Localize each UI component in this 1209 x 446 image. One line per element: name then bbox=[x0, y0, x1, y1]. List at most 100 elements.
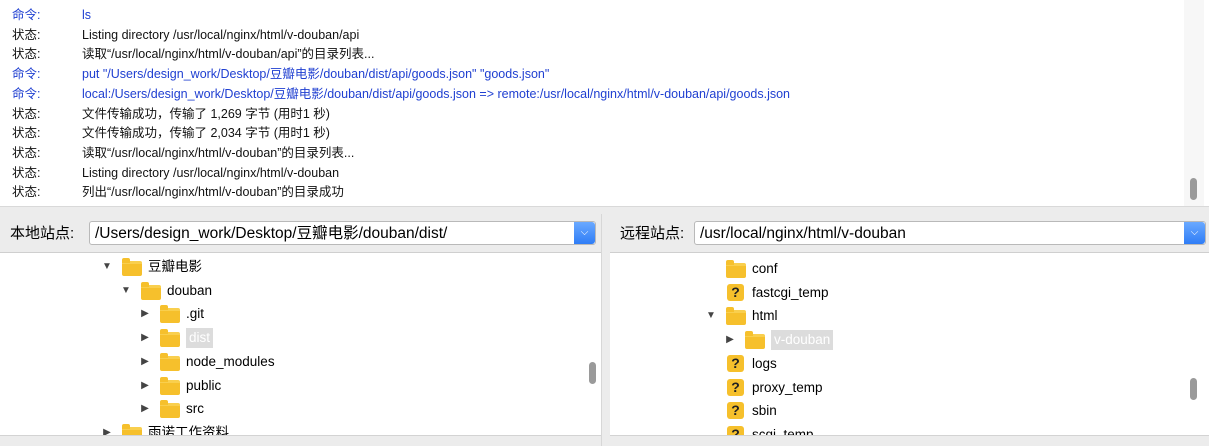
tree-node-label[interactable]: 豆瓣电影 bbox=[148, 257, 202, 277]
log-message: 状态: 读取“/usr/local/nginx/html/v-douban/api… bbox=[12, 44, 374, 64]
disclosure-collapsed-icon[interactable]: ▶ bbox=[723, 330, 737, 350]
tree-node-label[interactable]: html bbox=[752, 306, 778, 326]
log-message-text: 文件传输成功，传输了 1,269 字节 (用时1 秒) bbox=[82, 106, 330, 121]
log-message-text: ls bbox=[82, 8, 92, 22]
local-site-label: 本地站点: bbox=[10, 225, 75, 242]
log-message: 命令: local:/Users/design_work/Desktop/豆瓣电影… bbox=[12, 84, 790, 104]
log-message: 命令: ls bbox=[12, 5, 91, 25]
folder-icon bbox=[160, 305, 180, 324]
tree-node-label[interactable]: dist bbox=[186, 328, 214, 349]
folder-icon bbox=[726, 307, 746, 326]
log-message-text: Listing directory /usr/local/nginx/html/… bbox=[82, 27, 360, 42]
log-message: 状态: Listing directory /usr/local/nginx/ht… bbox=[12, 25, 359, 45]
chevron-down-icon[interactable]: ⌵ bbox=[574, 222, 595, 244]
log-message-type: 状态: bbox=[12, 145, 41, 160]
disclosure-collapsed-icon[interactable]: ▶ bbox=[138, 399, 152, 419]
disclosure-collapsed-icon[interactable]: ▶ bbox=[138, 352, 152, 372]
log-message-text: put "/Users/design_work/Desktop/豆瓣电影/dou… bbox=[82, 67, 550, 82]
chevron-down-icon[interactable]: ⌵ bbox=[1184, 222, 1205, 244]
tree-node-label[interactable]: proxy_temp bbox=[752, 378, 823, 398]
log-message-text: 文件传输成功，传输了 2,034 字节 (用时1 秒) bbox=[82, 126, 330, 141]
tree-node[interactable]: ▶ v-douban bbox=[610, 330, 1209, 351]
tree-node-label[interactable]: node_modules bbox=[186, 352, 275, 372]
local-path-value[interactable]: /Users/design_work/Desktop/豆瓣电影/douban/d… bbox=[95, 224, 447, 244]
tree-node[interactable]: ▶ .git bbox=[0, 304, 601, 324]
remote-file-tree[interactable]: conf? fastcgi_temp ▼ html ▶ v-douban? logs? pro… bbox=[610, 253, 1209, 436]
tree-node-label[interactable]: src bbox=[186, 399, 204, 419]
folder-icon bbox=[141, 281, 161, 300]
tree-node-label[interactable]: sbin bbox=[752, 401, 777, 421]
log-message-type: 命令: bbox=[12, 8, 41, 22]
tree-node[interactable]: ▶ node_modules bbox=[0, 352, 601, 372]
unknown-folder-icon: ? bbox=[727, 354, 744, 372]
tree-node[interactable]: ? proxy_temp bbox=[610, 378, 1209, 398]
log-message-text: local:/Users/design_work/Desktop/豆瓣电影/do… bbox=[82, 86, 791, 101]
tree-node[interactable]: ? logs bbox=[610, 354, 1209, 374]
log-message-text: 列出“/usr/local/nginx/html/v-douban”的目录成功 bbox=[82, 185, 344, 200]
tree-node-label[interactable]: v-douban bbox=[771, 330, 834, 351]
local-tree-scrollbar-thumb[interactable] bbox=[589, 362, 596, 384]
remote-site-label: 远程站点: bbox=[620, 225, 685, 242]
local-pane-footer bbox=[0, 435, 601, 446]
log-message-type: 命令: bbox=[12, 67, 41, 82]
folder-icon bbox=[745, 331, 765, 350]
tree-node[interactable]: conf bbox=[610, 259, 1209, 279]
log-scrollbar-thumb[interactable] bbox=[1190, 178, 1197, 200]
log-message-text: 读取“/usr/local/nginx/html/v-douban/api”的目… bbox=[82, 47, 375, 62]
remote-pane-footer bbox=[610, 435, 1209, 446]
tree-node-label[interactable]: logs bbox=[752, 354, 777, 374]
tree-node[interactable]: ? sbin bbox=[610, 401, 1209, 421]
log-scrollbar[interactable] bbox=[1184, 0, 1204, 206]
folder-icon bbox=[160, 329, 180, 348]
log-message-type: 状态: bbox=[12, 47, 41, 62]
remote-site-header: 远程站点: /usr/local/nginx/html/v-douban ⌵ bbox=[610, 214, 1209, 253]
tree-node[interactable]: ? fastcgi_temp bbox=[610, 283, 1209, 303]
disclosure-expanded-icon[interactable]: ▼ bbox=[704, 306, 718, 326]
disclosure-collapsed-icon[interactable]: ▶ bbox=[138, 376, 152, 396]
log-message: 状态: 列出“/usr/local/nginx/html/v-douban”的目录… bbox=[12, 182, 344, 202]
remote-site-pane: 远程站点: /usr/local/nginx/html/v-douban ⌵ c… bbox=[610, 214, 1209, 446]
disclosure-expanded-icon[interactable]: ▼ bbox=[119, 281, 133, 301]
disclosure-collapsed-icon[interactable]: ▶ bbox=[138, 328, 152, 348]
log-message-text: Listing directory /usr/local/nginx/html/… bbox=[82, 165, 340, 180]
log-message-type: 状态: bbox=[12, 185, 41, 200]
log-message-type: 状态: bbox=[12, 126, 41, 141]
tree-node-label[interactable]: fastcgi_temp bbox=[752, 283, 829, 303]
tree-node-label[interactable]: public bbox=[186, 376, 221, 396]
tree-node-label[interactable]: conf bbox=[752, 259, 778, 279]
tree-node[interactable]: ▼ 豆瓣电影 bbox=[0, 257, 601, 277]
tree-node[interactable]: ▼ html bbox=[610, 306, 1209, 326]
tree-node[interactable]: ▶ dist bbox=[0, 328, 601, 349]
folder-icon bbox=[160, 352, 180, 371]
remote-path-combobox[interactable]: /usr/local/nginx/html/v-douban ⌵ bbox=[694, 221, 1206, 245]
unknown-folder-icon: ? bbox=[727, 378, 744, 396]
message-log: 命令: ls 状态: Listing directory /usr/local/ngi… bbox=[0, 0, 1209, 206]
log-message: 状态: 文件传输成功，传输了 1,269 字节 (用时1 秒) bbox=[12, 104, 330, 124]
folder-icon bbox=[726, 260, 746, 278]
tree-node[interactable]: ▶ src bbox=[0, 399, 601, 419]
remote-tree-scrollbar-thumb[interactable] bbox=[1190, 378, 1197, 400]
local-file-tree[interactable]: ▼ 豆瓣电影 ▼ douban ▶ .git ▶ dist ▶ node_modules ▶ publ… bbox=[0, 253, 601, 436]
log-message-type: 状态: bbox=[12, 106, 41, 121]
log-message-type: 命令: bbox=[12, 86, 41, 101]
folder-icon bbox=[160, 376, 180, 395]
log-message: 状态: Listing directory /usr/local/nginx/ht… bbox=[12, 163, 339, 183]
log-message-type: 状态: bbox=[12, 27, 41, 42]
folder-icon bbox=[122, 258, 142, 276]
disclosure-collapsed-icon[interactable]: ▶ bbox=[138, 304, 152, 324]
remote-path-value[interactable]: /usr/local/nginx/html/v-douban bbox=[700, 224, 906, 244]
log-message: 状态: 文件传输成功，传输了 2,034 字节 (用时1 秒) bbox=[12, 123, 330, 143]
disclosure-expanded-icon[interactable]: ▼ bbox=[100, 257, 114, 277]
local-path-combobox[interactable]: /Users/design_work/Desktop/豆瓣电影/douban/d… bbox=[89, 221, 596, 245]
unknown-folder-icon: ? bbox=[727, 283, 744, 301]
log-message-text: 读取“/usr/local/nginx/html/v-douban”的目录列表.… bbox=[82, 145, 355, 160]
tree-node[interactable]: ▶ public bbox=[0, 376, 601, 396]
local-site-header: 本地站点: /Users/design_work/Desktop/豆瓣电影/do… bbox=[0, 214, 601, 253]
local-site-pane: 本地站点: /Users/design_work/Desktop/豆瓣电影/do… bbox=[0, 214, 601, 446]
unknown-folder-icon: ? bbox=[727, 402, 744, 420]
log-message: 状态: 读取“/usr/local/nginx/html/v-douban”的目录… bbox=[12, 143, 354, 163]
tree-node[interactable]: ▼ douban bbox=[0, 281, 601, 301]
tree-node-label[interactable]: douban bbox=[167, 281, 212, 301]
folder-icon bbox=[160, 400, 180, 419]
tree-node-label[interactable]: .git bbox=[186, 304, 204, 324]
